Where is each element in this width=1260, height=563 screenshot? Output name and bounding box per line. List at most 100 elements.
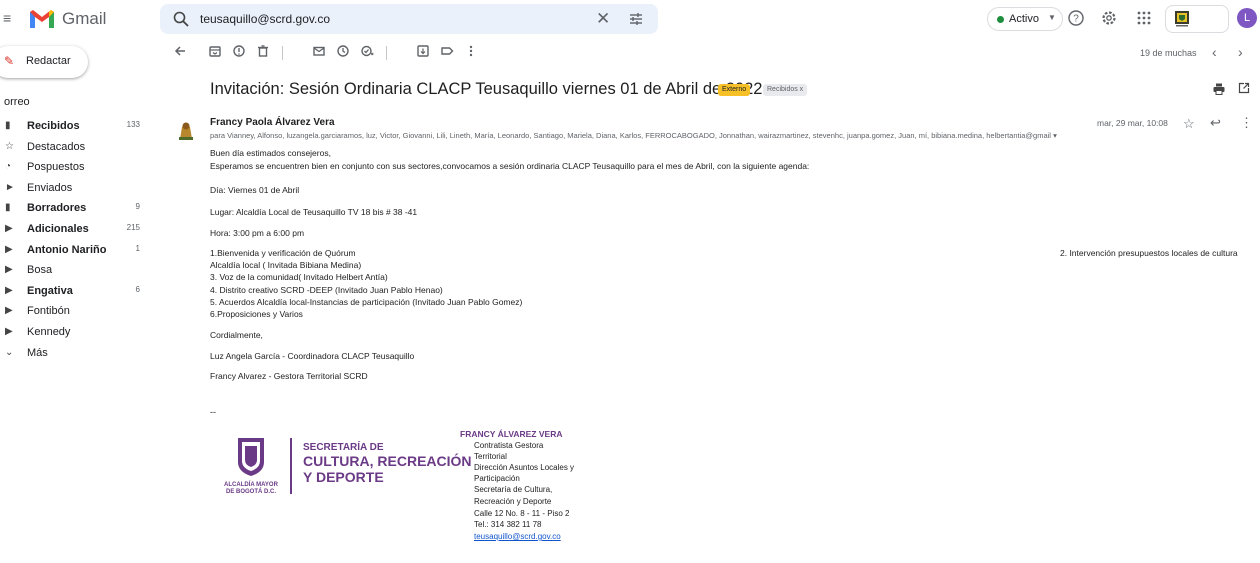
sidebar-item[interactable]: ▶ Kennedy	[0, 323, 150, 343]
sidebar-item[interactable]: ▮ Borradores 9	[0, 199, 150, 219]
top-bar: ≡ Gmail ✕ Activo ▼ ?	[0, 0, 1260, 40]
sidebar-item-label: Borradores	[27, 202, 87, 215]
pencil-icon: ✎	[4, 54, 15, 68]
app-name: Gmail	[62, 9, 107, 28]
back-arrow-icon[interactable]	[173, 44, 187, 62]
signature-line: Secretaría de Cultura,	[474, 485, 553, 494]
search-options-icon[interactable]	[628, 11, 644, 27]
greeting-text: Buen día estimados consejeros,	[210, 148, 331, 158]
signature-line: Recreación y Deporte	[474, 497, 552, 506]
sidebar-item-label: Kennedy	[27, 326, 71, 338]
gmail-logo-icon[interactable]	[28, 8, 56, 30]
search-icon[interactable]	[172, 10, 190, 28]
signature-line: Dirección Asuntos Locales y	[474, 463, 575, 472]
sidebar-item-label: Bosa	[27, 264, 53, 277]
sidebar-item[interactable]: ▮ Recibidos 133	[0, 117, 150, 137]
search-bar[interactable]: ✕	[160, 4, 658, 34]
intro-text: Esperamos se encuentren bien en conjunto…	[210, 161, 810, 171]
email-subject: Invitación: Sesión Ordinaria CLACP Teusa…	[210, 80, 763, 98]
agenda-item: 4. Distrito creativo SCRD -DEEP (Invitad…	[210, 285, 443, 295]
agenda-item: 5. Acuerdos Alcaldía local-Instancias de…	[210, 297, 523, 307]
sidebar-item[interactable]: ▶ Antonio Nariño 1	[0, 241, 150, 261]
sidebar-item[interactable]: ☆ Destacados	[0, 138, 150, 158]
sidebar-item-label: Enviados	[27, 181, 73, 194]
move-to-icon[interactable]	[416, 44, 430, 62]
recipients-line[interactable]: para Vianney, Alfonso, luzangela.garciar…	[210, 131, 1185, 140]
agenda-item: 1.Bienvenida y verificación de Quórum	[210, 248, 356, 258]
sidebar-item[interactable]: ► Enviados	[0, 179, 150, 199]
sidebar-item-label: Antonio Nariño	[27, 243, 107, 256]
mark-unread-icon[interactable]	[312, 44, 326, 62]
add-to-tasks-icon[interactable]	[360, 44, 374, 62]
compose-label: Redactar	[26, 55, 71, 67]
closing-text: Cordialmente,	[210, 330, 263, 340]
search-input[interactable]	[200, 10, 580, 28]
report-spam-icon[interactable]	[232, 44, 246, 62]
chevron-left-icon[interactable]: ‹	[1212, 44, 1217, 60]
clock-icon: ◔	[5, 161, 12, 173]
status-label: Activo	[1009, 13, 1039, 25]
account-avatar[interactable]: L	[1237, 8, 1257, 28]
compose-button[interactable]: ✎ Redactar	[0, 46, 88, 78]
bogota-crest-icon	[1175, 11, 1189, 27]
sidebar-item[interactable]: ▶ Engativa 6	[0, 282, 150, 302]
reply-icon[interactable]: ↩	[1210, 115, 1221, 131]
label-icon: ▶	[5, 264, 13, 276]
gear-icon[interactable]	[1100, 9, 1118, 27]
more-options-icon[interactable]	[464, 44, 478, 62]
signoff-line: Luz Angela García - Coordinadora CLACP T…	[210, 351, 415, 361]
print-icon[interactable]	[1212, 82, 1226, 96]
sidebar-item[interactable]: ▶ Bosa	[0, 261, 150, 281]
signature-line: Participación	[474, 474, 520, 483]
recipients-text: para Vianney, Alfonso, luzangela.garciar…	[210, 131, 1051, 140]
organization-account-button[interactable]	[1165, 5, 1229, 33]
snooze-clock-icon[interactable]	[336, 44, 350, 62]
status-dot	[997, 16, 1004, 23]
sender-avatar[interactable]	[172, 117, 200, 145]
archive-icon[interactable]	[208, 44, 222, 62]
meeting-day: Día: Viernes 01 de Abril	[210, 185, 300, 195]
sidebar-item[interactable]: ▶ Adicionales 215	[0, 220, 150, 240]
chevron-down-icon[interactable]: ▾	[1053, 131, 1057, 140]
apps-grid-icon[interactable]	[1136, 10, 1152, 26]
unread-count: 6	[135, 284, 140, 294]
toolbar-divider	[386, 46, 387, 60]
signature-email-link[interactable]: teusaquillo@scrd.gov.co	[474, 532, 561, 541]
main-menu-icon[interactable]: ≡	[3, 10, 11, 26]
delete-icon[interactable]	[256, 44, 270, 62]
send-icon: ►	[5, 181, 15, 193]
inbox-icon: ▮	[5, 120, 11, 131]
sidebar-item[interactable]: ⌄ Más	[0, 344, 150, 364]
label-icon: ▶	[5, 305, 13, 317]
alcaldia-logo: ALCALDÍA MAYOR DE BOGOTÁ D.C.	[224, 438, 279, 495]
label-icon[interactable]	[440, 44, 454, 62]
clear-search-icon[interactable]: ✕	[596, 9, 610, 29]
signature-line: Contratista Gestora	[474, 441, 544, 450]
sidebar-item-label: Engativa	[27, 284, 73, 297]
open-in-new-window-icon[interactable]	[1238, 82, 1250, 94]
signature-name: FRANCY ÁLVAREZ VERA	[460, 429, 563, 439]
sender-name[interactable]: Francy Paola Álvarez Vera	[210, 117, 335, 128]
chevron-down-icon: ⌄	[5, 346, 14, 358]
sidebar-item-label: Más	[27, 346, 48, 359]
sidebar-item-label: Adicionales	[27, 223, 89, 235]
sidebar-item[interactable]: ▶ Fontibón	[0, 302, 150, 322]
inbox-label-chip[interactable]: Recibidos x	[763, 84, 808, 96]
sidebar-item[interactable]: ◔ Pospuestos	[0, 158, 150, 178]
chevron-right-icon[interactable]: ›	[1238, 44, 1243, 60]
signature-line: Territorial	[474, 452, 507, 461]
star-icon[interactable]: ☆	[1183, 116, 1195, 132]
unread-count: 9	[135, 202, 140, 212]
unread-count: 215	[126, 223, 140, 232]
org-line: CULTURA, RECREACIÓN	[303, 453, 472, 469]
meeting-place: Lugar: Alcaldía Local de Teusaquillo TV …	[210, 207, 418, 217]
meeting-time: Hora: 3:00 pm a 6:00 pm	[210, 228, 305, 238]
agenda-item: 3. Voz de la comunidad( Invitado Helbert…	[210, 272, 388, 282]
sidebar-item-label: Recibidos	[27, 120, 80, 132]
more-vertical-icon[interactable]: ⋮	[1240, 115, 1253, 131]
signature-line: Tel.: 314 382 11 78	[474, 520, 542, 529]
agenda-item: 6.Proposiciones y Varios	[210, 309, 303, 319]
sidebar-item-label: Pospuestos	[27, 161, 85, 174]
help-icon[interactable]: ?	[1067, 9, 1085, 27]
status-selector[interactable]: Activo ▼	[987, 7, 1063, 31]
